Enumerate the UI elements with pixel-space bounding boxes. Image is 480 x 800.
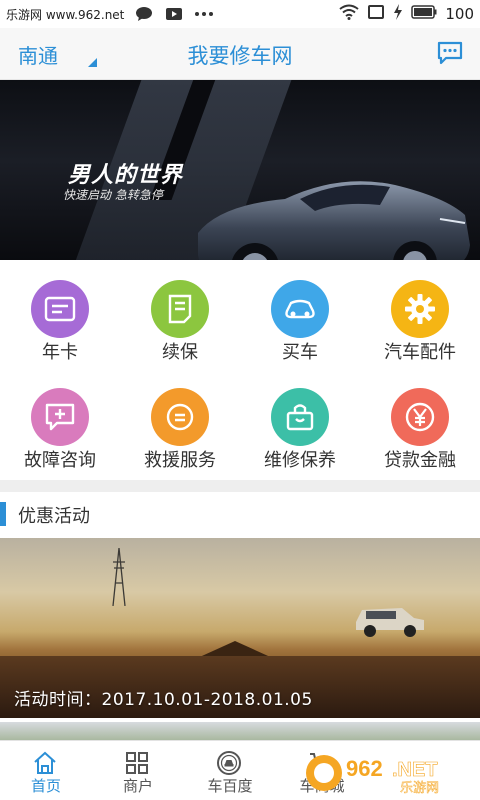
grid-item[interactable]: 续保 bbox=[120, 260, 240, 370]
bag-icon bbox=[271, 388, 329, 446]
section-title: 优惠活动 bbox=[18, 506, 90, 527]
charging-icon bbox=[393, 4, 403, 24]
chat-icon bbox=[134, 6, 154, 22]
battery-level: 100 bbox=[445, 5, 474, 23]
svg-text:962: 962 bbox=[346, 756, 383, 781]
tab-grid[interactable]: 商户 bbox=[92, 741, 184, 800]
grid-item-label: 年卡 bbox=[42, 342, 78, 363]
grid-item[interactable]: 故障咨询 bbox=[0, 368, 120, 478]
more-icon bbox=[194, 6, 214, 22]
grid-item-label: 续保 bbox=[162, 342, 198, 363]
service-grid: 年卡 续保 买车 汽车配件故障咨询 救援服务 维修保养 贷款金融 bbox=[0, 260, 480, 480]
svg-text:乐游网: 乐游网 bbox=[400, 781, 439, 796]
banner-headline: 男人的世界 bbox=[68, 163, 184, 188]
grid-item[interactable]: 汽车配件 bbox=[360, 260, 480, 370]
grid-item-label: 维修保养 bbox=[264, 450, 336, 471]
tab-label: 首页 bbox=[30, 777, 61, 795]
tab-label: 车百度 bbox=[207, 777, 253, 795]
grid-item[interactable]: 贷款金融 bbox=[360, 368, 480, 478]
grid-item[interactable]: 年卡 bbox=[0, 260, 120, 370]
banner-car-image bbox=[198, 181, 470, 260]
wifi-icon bbox=[339, 4, 359, 24]
banner-subline: 快速启动 急转急停 bbox=[63, 188, 163, 202]
app-header: 南通 我要修车网 bbox=[0, 28, 480, 80]
home-icon bbox=[32, 750, 58, 776]
car-badge-icon bbox=[216, 750, 242, 776]
grid-icon bbox=[124, 750, 150, 776]
site-label: 乐游网 www.962.net bbox=[6, 7, 125, 22]
screen-icon bbox=[367, 4, 385, 24]
banner-carousel[interactable]: 男人的世界 快速启动 急转急停 bbox=[0, 80, 480, 260]
svg-text:.NET: .NET bbox=[392, 759, 438, 781]
card-icon bbox=[31, 280, 89, 338]
tab-label: 商户 bbox=[122, 777, 153, 795]
tab-car-badge[interactable]: 车百度 bbox=[184, 741, 276, 800]
grid-item-label: 汽车配件 bbox=[384, 342, 456, 363]
promo-card-2[interactable] bbox=[0, 722, 480, 740]
grid-item[interactable]: 救援服务 bbox=[120, 368, 240, 478]
power-tower-graphic bbox=[112, 548, 126, 606]
section-accent-bar bbox=[0, 502, 6, 526]
grid-item-label: 救援服务 bbox=[144, 450, 216, 471]
app-title: 我要修车网 bbox=[187, 44, 293, 68]
promo-suv-image bbox=[356, 608, 424, 637]
grid-item-label: 买车 bbox=[282, 342, 318, 363]
site-watermark-logo: 962 .NET 乐游网 bbox=[306, 755, 439, 796]
promo-date: 活动时间：2017.10.01-2018.01.05 bbox=[14, 690, 313, 710]
message-icon[interactable] bbox=[436, 40, 464, 66]
promotions-header: 优惠活动 bbox=[0, 492, 480, 536]
battery-icon bbox=[411, 5, 437, 23]
status-bar: 乐游网 www.962.net 100 bbox=[0, 0, 480, 28]
section-divider bbox=[0, 480, 480, 492]
car-icon bbox=[271, 280, 329, 338]
tab-home[interactable]: 首页 bbox=[0, 741, 92, 800]
grid-item-label: 贷款金融 bbox=[384, 450, 456, 471]
document-icon bbox=[151, 280, 209, 338]
rescue-icon bbox=[151, 388, 209, 446]
promo-card[interactable]: 活动时间：2017.10.01-2018.01.05 bbox=[0, 538, 480, 718]
grid-item[interactable]: 买车 bbox=[240, 260, 360, 370]
yen-icon bbox=[391, 388, 449, 446]
gear-icon bbox=[391, 280, 449, 338]
grid-item-label: 故障咨询 bbox=[24, 450, 96, 471]
video-icon bbox=[164, 6, 184, 22]
chat-plus-icon bbox=[31, 388, 89, 446]
grid-item[interactable]: 维修保养 bbox=[240, 368, 360, 478]
